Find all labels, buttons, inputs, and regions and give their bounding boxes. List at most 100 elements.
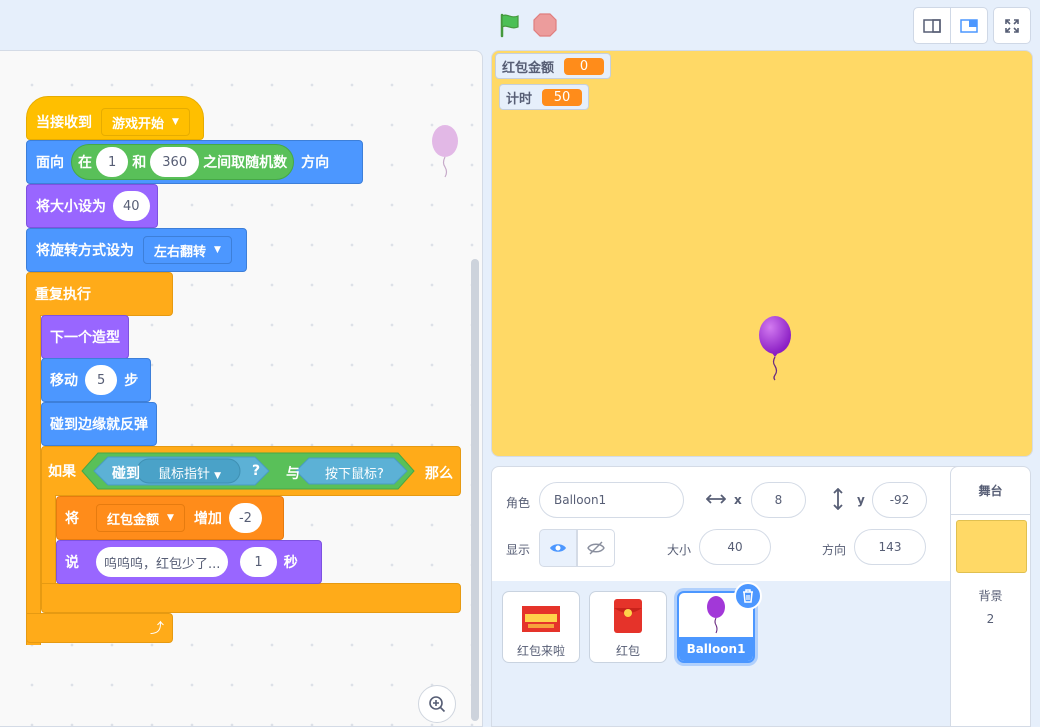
size-input[interactable]: 40 xyxy=(699,529,771,565)
change-label: 将 xyxy=(65,511,79,527)
set-size-block[interactable]: 将大小设为 40 xyxy=(26,184,158,228)
size-input[interactable]: 40 xyxy=(113,191,150,221)
code-scrollbar[interactable] xyxy=(471,259,479,721)
variable-monitor-timer: 计时 50 xyxy=(499,84,590,110)
red-envelope-thumbnail xyxy=(614,599,642,633)
touching-target-value: 鼠标指针 xyxy=(158,467,211,482)
zoom-in-button[interactable] xyxy=(418,685,456,723)
monitor-label: 计时 xyxy=(506,91,533,107)
y-input[interactable]: -92 xyxy=(872,482,927,518)
stage-pane-title: 舞台 xyxy=(951,467,1030,515)
random-max-input[interactable]: 360 xyxy=(150,147,200,177)
hide-sprite-button[interactable] xyxy=(577,529,615,567)
direction-input[interactable]: 143 xyxy=(854,529,926,565)
next-costume-block[interactable]: 下一个造型 xyxy=(41,315,129,359)
y-label: y xyxy=(857,493,865,507)
if-block-top[interactable]: 如果 碰到 鼠标指针 ▼ ? 与 按下鼠标? 那么 xyxy=(41,446,461,496)
small-stage-icon xyxy=(923,18,941,33)
sprite-tile-name: 红包来啦 xyxy=(516,643,565,658)
sprite-info-panel: 角色 Balloon1 x 8 y -92 显示 大小 40 方向 143 xyxy=(491,466,969,582)
sprite-name-label: 角色 xyxy=(506,496,531,510)
random-between-label: 之间取随机数 xyxy=(203,155,288,171)
trash-icon xyxy=(743,589,753,603)
say-label: 说 xyxy=(65,555,79,571)
size-label: 大小 xyxy=(667,543,692,557)
message-dropdown[interactable]: 游戏开始 ▼ xyxy=(101,108,190,136)
forever-block-bottom: ⤴ xyxy=(26,613,173,643)
point-direction-block[interactable]: 面向 在 1 和 360 之间取随机数 方向 xyxy=(26,140,363,184)
stage-pane[interactable]: 舞台 背景 2 xyxy=(950,466,1031,727)
forever-block-top[interactable]: 重复执行 xyxy=(26,272,173,316)
forever-block-arm xyxy=(26,315,41,645)
loop-arrow-icon: ⤴ xyxy=(150,621,164,637)
change-by-label: 增加 xyxy=(193,511,222,527)
green-flag-icon[interactable] xyxy=(497,12,523,38)
normal-stage-button[interactable] xyxy=(950,7,988,44)
fullscreen-button[interactable] xyxy=(993,7,1031,44)
delete-sprite-button[interactable] xyxy=(734,582,762,610)
next-costume-label: 下一个造型 xyxy=(50,330,120,346)
touching-label: 碰到 xyxy=(112,466,140,482)
caret-down-icon: ▼ xyxy=(214,245,221,255)
move-steps-block[interactable]: 移动 5 步 xyxy=(41,358,151,402)
monitor-value: 0 xyxy=(564,57,605,75)
small-stage-button[interactable] xyxy=(913,7,951,44)
random-and-label: 和 xyxy=(132,155,147,171)
x-input[interactable]: 8 xyxy=(751,482,806,518)
balloon-thumbnail xyxy=(707,596,725,634)
monitor-label: 红包金额 xyxy=(502,60,555,76)
show-label: 显示 xyxy=(506,543,531,557)
stop-icon[interactable] xyxy=(532,12,558,38)
x-label: x xyxy=(734,493,742,507)
vertical-arrows-icon xyxy=(833,488,843,510)
if-block-arm xyxy=(41,495,56,595)
caret-down-icon: ▼ xyxy=(167,513,174,523)
move-label: 移动 xyxy=(50,373,78,389)
point-label: 面向 xyxy=(36,155,64,171)
code-area[interactable]: 当接收到 游戏开始 ▼ 面向 在 1 和 360 之间取随机数 方向 将大小设为 … xyxy=(0,50,483,727)
random-min-input[interactable]: 1 xyxy=(96,147,129,177)
direction-label: 方向 xyxy=(822,543,847,557)
mouse-down-label[interactable]: 按下鼠标? xyxy=(325,463,384,482)
normal-stage-icon xyxy=(960,18,978,33)
variable-dropdown[interactable]: 红包金额 ▼ xyxy=(96,504,185,532)
rotation-style-dropdown[interactable]: 左右翻转 ▼ xyxy=(143,236,232,264)
variable-monitor-money: 红包金额 0 xyxy=(495,53,612,79)
variable-value: 红包金额 xyxy=(107,512,160,528)
zoom-in-icon xyxy=(429,696,446,713)
balloon-sprite[interactable] xyxy=(757,315,793,381)
horizontal-arrows-icon xyxy=(706,494,726,504)
backdrops-label: 背景 xyxy=(978,589,1003,603)
sprite-tile-name: 红包 xyxy=(615,643,640,658)
touching-target-dropdown[interactable]: 鼠标指针 ▼ xyxy=(158,463,221,482)
stage-thumbnail[interactable] xyxy=(956,520,1027,573)
caret-down-icon: ▼ xyxy=(214,471,222,481)
forever-label: 重复执行 xyxy=(35,287,91,303)
monitor-value: 50 xyxy=(542,88,583,106)
rotation-style-label: 将旋转方式设为 xyxy=(36,243,134,259)
if-block-bottom xyxy=(41,583,461,613)
sprite-tile[interactable]: 红包 xyxy=(589,591,667,663)
say-for-secs-block[interactable]: 说 呜呜呜，红包少了... 1 秒 xyxy=(56,540,322,584)
sprite-tile-name: Balloon1 xyxy=(679,637,753,661)
eye-icon xyxy=(550,544,566,552)
change-value-input[interactable]: -2 xyxy=(228,503,262,533)
when-receive-label: 当接收到 xyxy=(36,115,92,131)
say-secs-input[interactable]: 1 xyxy=(240,547,277,577)
sprite-name-input[interactable]: Balloon1 xyxy=(539,482,684,518)
if-label: 如果 xyxy=(48,464,76,480)
pick-random-block[interactable]: 在 1 和 360 之间取随机数 xyxy=(71,144,295,180)
then-label: 那么 xyxy=(425,466,453,482)
rotation-style-block[interactable]: 将旋转方式设为 左右翻转 ▼ xyxy=(26,228,247,272)
when-receive-block[interactable]: 当接收到 游戏开始 ▼ xyxy=(26,96,204,140)
sprite-tile[interactable]: 红包来啦 xyxy=(502,591,580,663)
show-sprite-button[interactable] xyxy=(539,529,577,567)
move-steps-input[interactable]: 5 xyxy=(85,365,118,395)
stage[interactable]: 红包金额 0 计时 50 xyxy=(491,50,1033,457)
fullscreen-icon xyxy=(1005,18,1019,33)
change-variable-block[interactable]: 将 红包金额 ▼ 增加 -2 xyxy=(56,496,284,540)
message-value: 游戏开始 xyxy=(112,116,165,132)
direction-suffix-label: 方向 xyxy=(301,155,330,171)
say-message-input[interactable]: 呜呜呜，红包少了... xyxy=(96,547,229,577)
bounce-block[interactable]: 碰到边缘就反弹 xyxy=(41,402,157,446)
